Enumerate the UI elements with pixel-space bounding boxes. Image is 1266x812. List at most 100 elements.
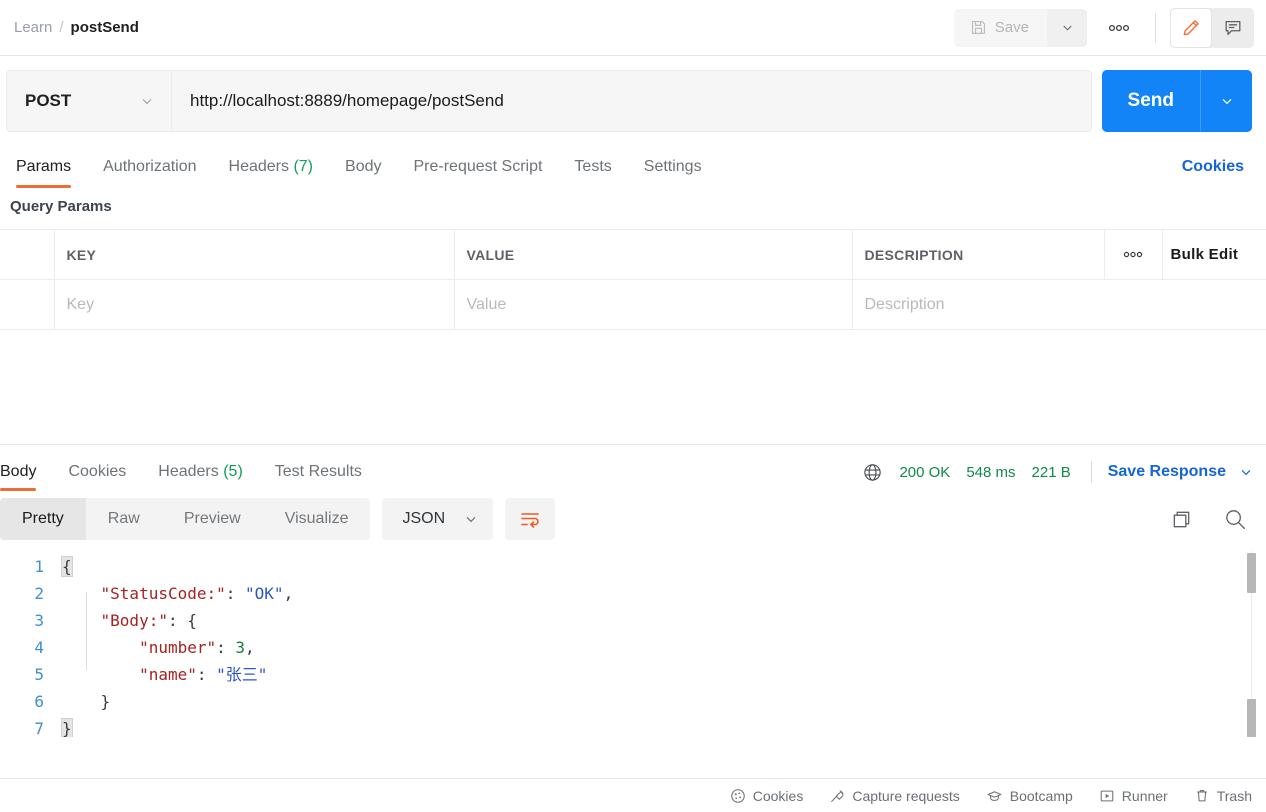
tab-pre-request-script[interactable]: Pre-request Script bbox=[397, 158, 558, 188]
save-response-caret[interactable] bbox=[1238, 464, 1254, 480]
json-code-block: 1 { 2 "StatusCode:": "OK", 3 "Body:": { … bbox=[0, 547, 1266, 737]
copy-icon[interactable] bbox=[1170, 508, 1193, 531]
tab-headers[interactable]: Headers (7) bbox=[213, 158, 330, 188]
view-mode-pretty[interactable]: Pretty bbox=[0, 498, 86, 540]
cookies-link[interactable]: Cookies bbox=[1182, 158, 1254, 188]
cookie-icon bbox=[730, 788, 746, 804]
tab-label: Test Results bbox=[274, 463, 362, 480]
method-label: POST bbox=[25, 91, 72, 110]
send-button[interactable]: Send bbox=[1101, 70, 1200, 132]
footer-capture-requests[interactable]: Capture requests bbox=[829, 788, 960, 804]
play-box-icon bbox=[1099, 788, 1115, 804]
param-description-input[interactable]: Description bbox=[852, 279, 1266, 330]
view-mode-label: Pretty bbox=[22, 510, 64, 527]
line-content: "number": 3, bbox=[139, 638, 255, 657]
method-selector[interactable]: POST bbox=[6, 70, 172, 132]
code-line: 1 { bbox=[0, 553, 1266, 580]
tab-count-badge: (7) bbox=[293, 158, 314, 175]
comment-icon bbox=[1223, 18, 1243, 38]
line-number: 4 bbox=[34, 638, 44, 657]
globe-icon bbox=[862, 462, 883, 483]
response-language-selector[interactable]: JSON bbox=[382, 498, 494, 540]
response-tab-body[interactable]: Body bbox=[0, 463, 52, 491]
bulk-edit-button[interactable]: Bulk Edit bbox=[1162, 229, 1266, 280]
param-value-input[interactable]: Value bbox=[454, 279, 853, 330]
tab-body[interactable]: Body bbox=[329, 158, 397, 188]
edit-request-button[interactable] bbox=[1170, 7, 1212, 48]
footer-label: Trash bbox=[1216, 787, 1252, 804]
ellipsis-icon bbox=[1105, 251, 1162, 258]
footer-trash[interactable]: Trash bbox=[1194, 788, 1252, 804]
scrollbar-thumb-top[interactable] bbox=[1247, 553, 1256, 593]
response-tab-headers[interactable]: Headers (5) bbox=[158, 463, 259, 491]
response-meta: 200 OK 548 ms 221 B Save Response bbox=[862, 461, 1254, 491]
save-response-button[interactable]: Save Response bbox=[1108, 463, 1226, 481]
code-line: 3 "Body:": { bbox=[0, 607, 1266, 634]
url-text: http://localhost:8889/homepage/postSend bbox=[190, 91, 504, 110]
line-content: { bbox=[61, 556, 73, 577]
code-line: 6 } bbox=[0, 688, 1266, 715]
chevron-down-icon bbox=[1219, 93, 1235, 109]
tab-label: Pre-request Script bbox=[413, 158, 543, 175]
line-number: 5 bbox=[34, 665, 44, 684]
response-tab-cookies[interactable]: Cookies bbox=[68, 463, 142, 491]
view-mode-visualize[interactable]: Visualize bbox=[263, 498, 371, 540]
footer-cookies[interactable]: Cookies bbox=[730, 787, 804, 804]
more-actions-button[interactable] bbox=[1097, 9, 1141, 47]
view-mode-raw[interactable]: Raw bbox=[86, 498, 162, 540]
tab-label: Body bbox=[0, 463, 37, 480]
save-button-label: Save bbox=[994, 19, 1029, 36]
table-row: Key Value Description bbox=[0, 279, 1266, 330]
column-header-description: DESCRIPTION bbox=[852, 229, 1105, 280]
trash-icon bbox=[1194, 788, 1210, 804]
line-content: } bbox=[100, 692, 111, 711]
params-empty-area bbox=[0, 330, 1266, 445]
tab-settings[interactable]: Settings bbox=[628, 158, 718, 188]
response-format-bar: Pretty Raw Preview Visualize JSON bbox=[0, 491, 1266, 547]
graduation-cap-icon bbox=[986, 788, 1003, 804]
footer-label: Cookies bbox=[752, 787, 804, 804]
bulk-edit-label: Bulk Edit bbox=[1170, 246, 1239, 263]
ellipsis-icon bbox=[1108, 24, 1130, 32]
floppy-disk-icon bbox=[970, 19, 987, 36]
breadcrumb-separator: / bbox=[59, 19, 64, 36]
tab-params[interactable]: Params bbox=[10, 158, 87, 188]
send-options-caret[interactable] bbox=[1200, 70, 1252, 132]
tab-authorization[interactable]: Authorization bbox=[87, 158, 212, 188]
response-tabs: Body Cookies Headers (5) Test Results 20… bbox=[0, 445, 1266, 491]
response-tab-test-results[interactable]: Test Results bbox=[275, 463, 378, 491]
footer-label: Runner bbox=[1121, 787, 1168, 804]
param-value-placeholder: Value bbox=[466, 295, 507, 313]
view-mode-label: Raw bbox=[107, 510, 140, 527]
tab-label: Tests bbox=[574, 158, 612, 175]
view-mode-label: Visualize bbox=[284, 510, 349, 527]
breadcrumb-request-name[interactable]: postSend bbox=[71, 19, 139, 36]
response-size: 221 B bbox=[1031, 463, 1071, 481]
search-icon[interactable] bbox=[1223, 507, 1248, 532]
tab-label: Settings bbox=[643, 158, 702, 175]
code-line: 7 } bbox=[0, 715, 1266, 737]
param-description-placeholder: Description bbox=[864, 295, 945, 313]
word-wrap-button[interactable] bbox=[505, 498, 556, 540]
row-checkbox-cell[interactable] bbox=[0, 279, 55, 330]
view-mode-preview[interactable]: Preview bbox=[162, 498, 263, 540]
footer-bootcamp[interactable]: Bootcamp bbox=[986, 788, 1073, 804]
url-bar: POST http://localhost:8889/homepage/post… bbox=[6, 70, 1254, 132]
response-body-viewer[interactable]: 1 { 2 "StatusCode:": "OK", 3 "Body:": { … bbox=[0, 547, 1266, 737]
footer-runner[interactable]: Runner bbox=[1099, 788, 1168, 804]
url-input[interactable]: http://localhost:8889/homepage/postSend bbox=[172, 70, 1092, 132]
param-key-input[interactable]: Key bbox=[54, 279, 455, 330]
line-number: 7 bbox=[34, 719, 44, 737]
breadcrumb-collection[interactable]: Learn bbox=[14, 19, 52, 36]
tab-tests[interactable]: Tests bbox=[558, 158, 627, 188]
save-options-caret[interactable] bbox=[1047, 8, 1087, 47]
save-button[interactable]: Save bbox=[953, 8, 1047, 47]
table-options-button[interactable] bbox=[1104, 229, 1163, 280]
comments-button[interactable] bbox=[1212, 8, 1254, 48]
word-wrap-icon bbox=[519, 509, 541, 529]
tab-label: Headers bbox=[158, 463, 219, 480]
line-content: } bbox=[61, 718, 73, 737]
line-number: 1 bbox=[34, 557, 44, 576]
scrollbar-thumb-bottom[interactable] bbox=[1247, 699, 1256, 737]
response-body-actions bbox=[1170, 507, 1254, 532]
